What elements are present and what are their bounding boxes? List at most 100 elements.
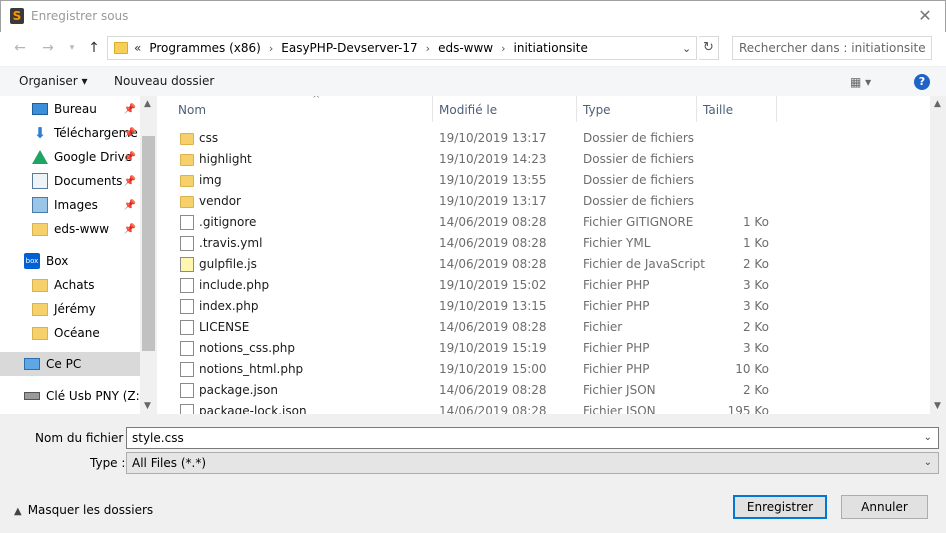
file-modified: 19/10/2019 13:15 (439, 299, 547, 313)
file-size: 3 Ko (742, 299, 769, 313)
filetype-select[interactable]: All Files (*.*) ⌄ (126, 452, 939, 474)
hide-folders-toggle[interactable]: ▲ Masquer les dossiers (14, 503, 153, 517)
computer-icon (24, 358, 40, 370)
file-name: gulpfile.js (199, 257, 257, 271)
breadcrumb-item[interactable]: initiationsite (514, 41, 588, 55)
save-button[interactable]: Enregistrer (733, 495, 827, 519)
file-icon (180, 320, 194, 335)
pin-icon[interactable]: 📌 (124, 152, 136, 163)
help-icon[interactable]: ? (914, 74, 930, 90)
file-modified: 14/06/2019 08:28 (439, 215, 547, 229)
file-icon (180, 341, 194, 356)
column-header-name[interactable]: Nom ^ (172, 96, 433, 122)
back-arrow-icon[interactable]: ← (10, 38, 30, 58)
sidebar-item-eds-www[interactable]: eds-www 📌 (0, 217, 140, 241)
file-name: include.php (199, 278, 270, 292)
filename-input[interactable]: style.css ⌄ (126, 427, 939, 449)
sidebar-item-jeremy[interactable]: Jérémy (0, 297, 140, 321)
file-modified: 19/10/2019 15:19 (439, 341, 547, 355)
folder-icon (32, 326, 48, 340)
sidebar-item-google-drive[interactable]: Google Drive 📌 (0, 145, 140, 169)
file-modified: 19/10/2019 13:55 (439, 173, 547, 187)
scroll-down-icon[interactable]: ▼ (144, 401, 151, 411)
file-row[interactable]: index.php 19/10/2019 13:15 Fichier PHP 3 Ko (158, 296, 778, 317)
pin-icon[interactable]: 📌 (124, 200, 136, 211)
address-bar[interactable]: « Programmes (x86) › EasyPHP-Devserver-1… (107, 36, 697, 60)
folder-icon (32, 278, 48, 292)
sidebar-item-documents[interactable]: Documents 📌 (0, 169, 140, 193)
chevron-up-icon: ▲ (14, 506, 22, 517)
recent-locations-chevron-icon[interactable]: ▾ (62, 38, 82, 58)
file-size: 3 Ko (742, 341, 769, 355)
chevron-right-icon[interactable]: › (426, 42, 430, 55)
cancel-button[interactable]: Annuler (841, 495, 928, 519)
pin-icon[interactable]: 📌 (124, 224, 136, 235)
file-row[interactable]: .travis.yml 14/06/2019 08:28 Fichier YML 1 … (158, 233, 778, 254)
sidebar-scrollbar[interactable]: ▲ ▼ (140, 96, 157, 414)
file-list-scrollbar[interactable]: ▲ ▼ (930, 96, 946, 414)
file-row[interactable]: package-lock.json 14/06/2019 08:28 Fichier… (158, 401, 778, 414)
file-row[interactable]: .gitignore 14/06/2019 08:28 Fichier GITIGN… (158, 212, 778, 233)
file-row[interactable]: include.php 19/10/2019 15:02 Fichier PHP 3 … (158, 275, 778, 296)
file-type: Dossier de fichiers (583, 194, 695, 208)
javascript-file-icon (180, 257, 194, 272)
file-row[interactable]: package.json 14/06/2019 08:28 Fichier JSON… (158, 380, 778, 401)
new-folder-button[interactable]: Nouveau dossier (114, 74, 214, 88)
file-size: 195 Ko (727, 404, 769, 414)
file-row[interactable]: vendor 19/10/2019 13:17 Dossier de fichier… (158, 191, 778, 212)
file-row[interactable]: gulpfile.js 14/06/2019 08:28 Fichier de Ja… (158, 254, 778, 275)
column-header-modified[interactable]: Modifié le (433, 96, 577, 122)
file-row[interactable]: highlight 19/10/2019 14:23 Dossier de fich… (158, 149, 778, 170)
breadcrumb-item[interactable]: eds-www (438, 41, 493, 55)
chevron-right-icon[interactable]: › (269, 42, 273, 55)
view-options-icon[interactable]: ▦ ▾ (850, 75, 871, 89)
breadcrumb-overflow[interactable]: « (134, 41, 141, 55)
sidebar-item-box[interactable]: box Box (0, 249, 140, 273)
file-size: 2 Ko (742, 383, 769, 397)
column-header-size[interactable]: Taille (697, 96, 777, 122)
file-row[interactable]: notions_html.php 19/10/2019 15:00 Fichier … (158, 359, 778, 380)
refresh-icon[interactable]: ↻ (699, 36, 719, 60)
column-header-type[interactable]: Type (577, 96, 697, 122)
folder-icon (32, 222, 48, 236)
file-name: notions_css.php (199, 341, 295, 355)
pin-icon[interactable]: 📌 (124, 176, 136, 187)
up-arrow-icon[interactable]: ↑ (84, 38, 104, 58)
scroll-down-icon[interactable]: ▼ (934, 401, 941, 411)
sidebar-item-achats[interactable]: Achats (0, 273, 140, 297)
file-row[interactable]: css 19/10/2019 13:17 Dossier de fichiers (158, 128, 778, 149)
forward-arrow-icon[interactable]: → (38, 38, 58, 58)
pin-icon[interactable]: 📌 (124, 104, 136, 115)
file-name: .gitignore (199, 215, 257, 229)
sidebar-item-images[interactable]: Images 📌 (0, 193, 140, 217)
chevron-down-icon[interactable]: ⌄ (682, 42, 691, 55)
chevron-right-icon[interactable]: › (501, 42, 505, 55)
breadcrumb-item[interactable]: Programmes (x86) (149, 41, 261, 55)
chevron-down-icon[interactable]: ⌄ (924, 457, 932, 468)
close-button[interactable]: ✕ (913, 5, 937, 27)
scrollbar-thumb[interactable] (142, 136, 155, 351)
search-input[interactable]: Rechercher dans : initiationsite (732, 36, 932, 60)
file-type: Fichier JSON (583, 383, 656, 397)
scroll-up-icon[interactable]: ▲ (934, 99, 941, 109)
sidebar-item-ce-pc[interactable]: Ce PC (0, 352, 140, 376)
file-row[interactable]: notions_css.php 19/10/2019 15:19 Fichier P… (158, 338, 778, 359)
organize-button[interactable]: Organiser ▾ (19, 74, 87, 88)
scroll-up-icon[interactable]: ▲ (144, 99, 151, 109)
sidebar-item-downloads[interactable]: ⬇ Téléchargeme 📌 (0, 121, 140, 145)
sidebar-item-usb-drive[interactable]: Clé Usb PNY (Z:) (0, 384, 144, 408)
breadcrumb-item[interactable]: EasyPHP-Devserver-17 (281, 41, 417, 55)
pin-icon[interactable]: 📌 (124, 128, 136, 139)
file-icon (180, 299, 194, 314)
sidebar-item-oceane[interactable]: Océane (0, 321, 140, 345)
file-modified: 14/06/2019 08:28 (439, 257, 547, 271)
file-row[interactable]: LICENSE 14/06/2019 08:28 Fichier 2 Ko (158, 317, 778, 338)
file-size: 3 Ko (742, 278, 769, 292)
file-row[interactable]: img 19/10/2019 13:55 Dossier de fichiers (158, 170, 778, 191)
folder-icon (180, 196, 194, 208)
sidebar-item-bureau[interactable]: Bureau 📌 (0, 97, 140, 121)
chevron-down-icon[interactable]: ⌄ (924, 432, 932, 443)
file-icon (180, 236, 194, 251)
folder-icon (32, 302, 48, 316)
filename-label: Nom du fichier : (35, 431, 132, 445)
